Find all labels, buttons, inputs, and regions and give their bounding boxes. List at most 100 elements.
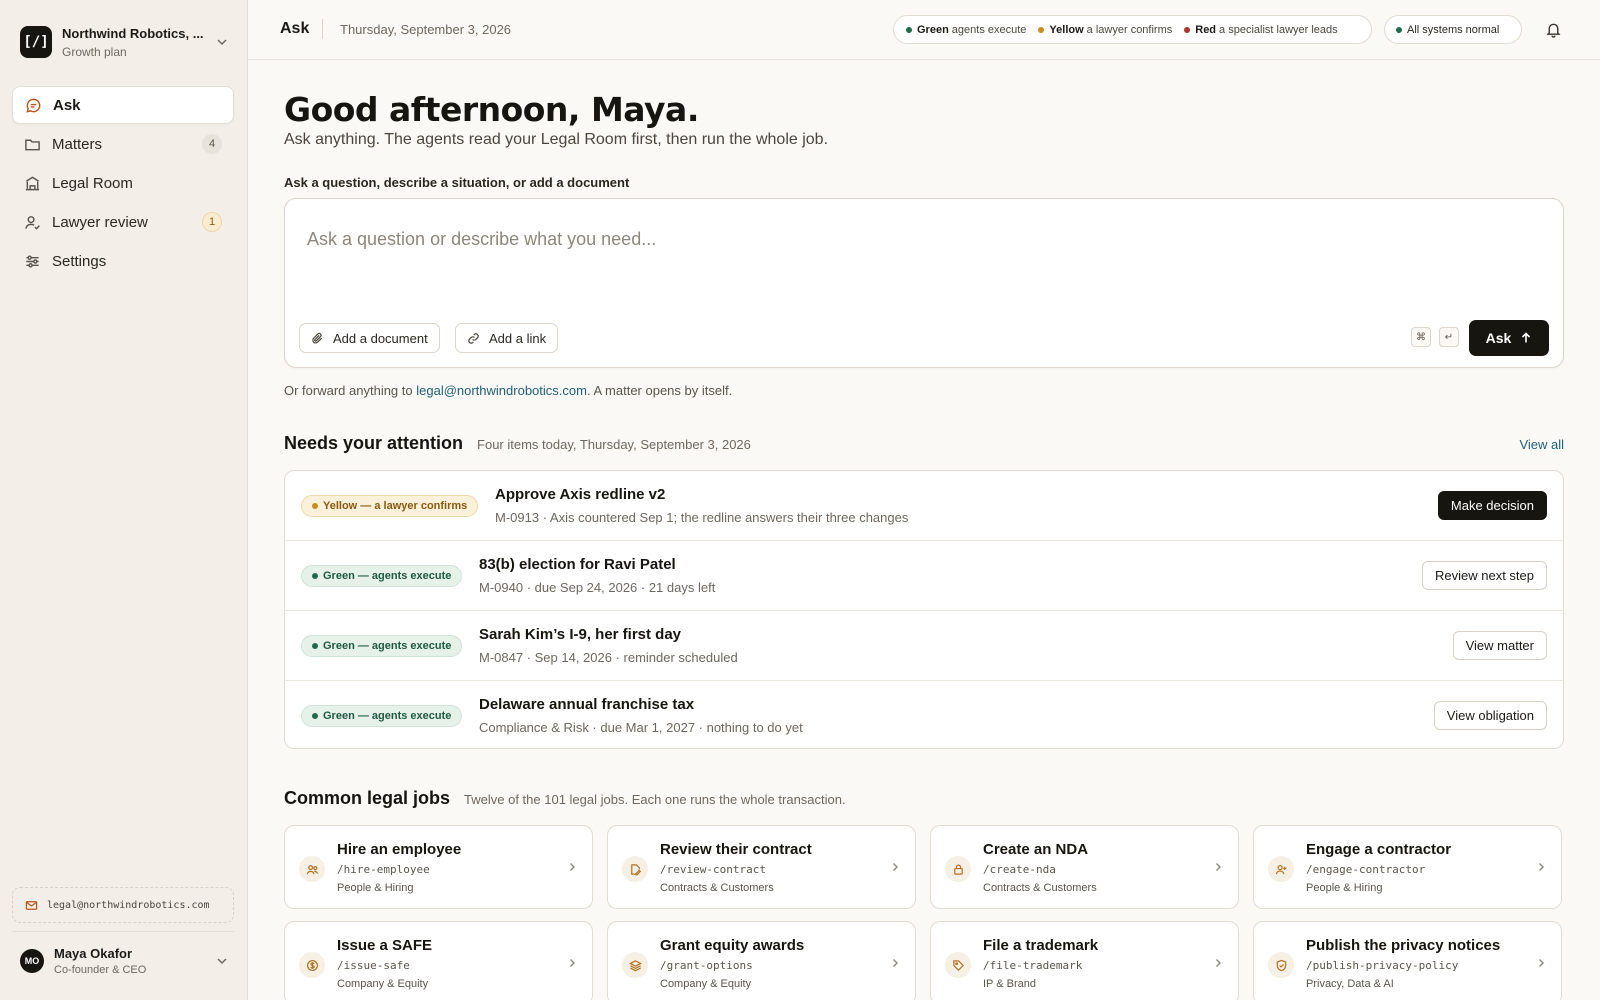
status-badge: Green — agents execute bbox=[301, 635, 463, 657]
job-card-file-trademark[interactable]: File a trademark /file-trademark IP & Br… bbox=[930, 921, 1239, 1000]
attention-header: Needs your attention Four items today, T… bbox=[284, 433, 751, 454]
add-document-button[interactable]: Add a document bbox=[299, 323, 440, 353]
job-card-grant-equity[interactable]: Grant equity awards /grant-options Compa… bbox=[607, 921, 916, 1000]
sidebar-item-matters[interactable]: Matters 4 bbox=[12, 125, 234, 163]
status-badge: Green — agents execute bbox=[301, 565, 463, 587]
dollar-coin-icon bbox=[299, 952, 325, 978]
risk-legend: Green agents execute Yellow a lawyer confi… bbox=[893, 15, 1372, 44]
cmd-key-hint: ⌘ bbox=[1411, 327, 1431, 347]
status-badge: Green — agents execute bbox=[301, 705, 463, 727]
job-card-engage-contractor[interactable]: Engage a contractor /engage-contractor P… bbox=[1253, 825, 1562, 909]
notifications-button[interactable] bbox=[1542, 18, 1564, 40]
job-command: /publish-privacy-policy bbox=[1306, 959, 1459, 972]
job-title: Create an NDA bbox=[983, 841, 1089, 858]
yellow-dot-icon bbox=[1038, 26, 1045, 33]
ask-input[interactable] bbox=[307, 219, 1537, 259]
chevron-down-icon bbox=[217, 958, 227, 965]
jobs-title: Common legal jobs bbox=[284, 788, 451, 808]
forward-email-address: legal@northwindrobotics.com bbox=[47, 899, 210, 911]
system-status[interactable]: All systems normal bbox=[1384, 15, 1522, 44]
sidebar-item-legal-room[interactable]: Legal Room bbox=[12, 164, 234, 202]
ask-composer: Add a document Add a link ⌘ ↵ Ask bbox=[284, 198, 1564, 368]
jobs-header: Common legal jobs Twelve of the 101 lega… bbox=[284, 788, 846, 809]
make-decision-button[interactable]: Make decision bbox=[1437, 491, 1547, 520]
current-date: Thursday, September 3, 2026 bbox=[340, 22, 512, 37]
attention-item-meta: M-0847 · Sep 14, 2026 · reminder schedul… bbox=[479, 650, 738, 665]
legend-red: Red a specialist lawyer leads bbox=[1184, 24, 1338, 36]
job-card-privacy-notices[interactable]: Publish the privacy notices /publish-pri… bbox=[1253, 921, 1562, 1000]
green-dot-icon bbox=[312, 573, 318, 579]
sidebar-item-settings[interactable]: Settings bbox=[12, 242, 234, 280]
job-card-review-contract[interactable]: Review their contract /review-contract C… bbox=[607, 825, 916, 909]
attention-item-title: Delaware annual franchise tax bbox=[479, 696, 695, 713]
green-dot-icon bbox=[312, 643, 318, 649]
attention-item[interactable]: Green — agents execute 83(b) election fo… bbox=[285, 541, 1563, 611]
job-category: Company & Equity bbox=[337, 978, 429, 990]
workspace-name: Northwind Robotics, ... bbox=[62, 25, 204, 41]
job-category: People & Hiring bbox=[337, 882, 414, 894]
building-icon bbox=[25, 176, 40, 190]
people-icon bbox=[299, 856, 325, 882]
chat-bubble-icon bbox=[26, 98, 41, 113]
attention-title: Needs your attention bbox=[284, 433, 464, 453]
attention-note: Four items today, Thursday, September 3,… bbox=[477, 437, 751, 452]
attention-item-meta: M-0940 · due Sep 24, 2026 · 21 days left bbox=[479, 580, 716, 595]
view-matter-button[interactable]: View matter bbox=[1452, 631, 1547, 660]
attention-item-meta: Compliance & Risk · due Mar 1, 2027 · no… bbox=[479, 720, 803, 735]
attention-item-title: Approve Axis redline v2 bbox=[495, 486, 666, 503]
person-check-icon bbox=[25, 215, 40, 230]
document-edit-icon bbox=[622, 856, 648, 882]
workspace-info: Northwind Robotics, ... Growth plan bbox=[62, 26, 214, 59]
attention-item-title: Sarah Kim’s I-9, her first day bbox=[479, 626, 682, 643]
add-link-button[interactable]: Add a link bbox=[455, 323, 559, 353]
view-obligation-button[interactable]: View obligation bbox=[1433, 701, 1547, 730]
add-document-label: Add a document bbox=[333, 330, 428, 346]
greeting-subtitle: Ask anything. The agents read your Legal… bbox=[284, 131, 829, 148]
job-title: Grant equity awards bbox=[660, 937, 805, 954]
legend-green: Green agents execute bbox=[906, 24, 1026, 36]
green-dot-icon bbox=[906, 26, 912, 33]
shield-check-icon bbox=[1268, 952, 1294, 978]
lawyer-review-count-badge: 1 bbox=[202, 212, 222, 232]
workspace-logo: [/] bbox=[20, 26, 52, 58]
add-link-label: Add a link bbox=[489, 330, 547, 346]
job-title: Hire an employee bbox=[337, 841, 462, 858]
workspace-plan: Growth plan bbox=[62, 44, 127, 59]
ask-field-label: Ask a question, describe a situation, or… bbox=[284, 175, 630, 190]
job-command: /review-contract bbox=[660, 863, 766, 876]
job-category: IP & Brand bbox=[983, 978, 1036, 990]
yellow-dot-icon bbox=[312, 503, 318, 509]
ask-submit-button[interactable]: Ask bbox=[1469, 320, 1549, 356]
job-card-issue-safe[interactable]: Issue a SAFE /issue-safe Company & Equit… bbox=[284, 921, 593, 1000]
user-role: Co-founder & CEO bbox=[54, 964, 147, 976]
job-card-hire-employee[interactable]: Hire an employee /hire-employee People &… bbox=[284, 825, 593, 909]
sidebar-item-label: Settings bbox=[52, 252, 107, 270]
job-category: Privacy, Data & AI bbox=[1306, 978, 1394, 990]
layers-icon bbox=[622, 952, 648, 978]
chevron-right-icon bbox=[893, 959, 898, 967]
link-icon bbox=[468, 332, 479, 344]
review-next-step-button[interactable]: Review next step bbox=[1422, 561, 1547, 590]
sidebar-item-lawyer-review[interactable]: Lawyer review 1 bbox=[12, 203, 234, 241]
job-category: Company & Equity bbox=[660, 978, 752, 990]
job-title: Review their contract bbox=[660, 841, 812, 858]
mail-icon bbox=[25, 900, 38, 910]
user-info: Maya Okafor Co-founder & CEO bbox=[54, 946, 214, 976]
attention-item[interactable]: Yellow — a lawyer confirms Approve Axis … bbox=[285, 471, 1563, 541]
attention-item[interactable]: Green — agents execute Sarah Kim’s I-9, … bbox=[285, 611, 1563, 681]
workspace-switcher[interactable]: [/] Northwind Robotics, ... Growth plan bbox=[20, 24, 230, 60]
job-category: People & Hiring bbox=[1306, 882, 1383, 894]
job-category: Contracts & Customers bbox=[660, 882, 774, 894]
sidebar-item-label: Ask bbox=[53, 96, 81, 114]
sidebar-item-ask[interactable]: Ask bbox=[12, 86, 234, 124]
chevron-right-icon bbox=[1216, 863, 1221, 871]
lock-icon bbox=[945, 856, 971, 882]
user-menu[interactable]: MO Maya Okafor Co-founder & CEO bbox=[20, 943, 230, 979]
forward-email-link[interactable]: legal@northwindrobotics.com bbox=[416, 383, 587, 398]
chevron-right-icon bbox=[1539, 863, 1544, 871]
forward-email-chip[interactable]: legal@northwindrobotics.com bbox=[12, 887, 234, 923]
view-all-link[interactable]: View all bbox=[1519, 437, 1564, 452]
tag-icon bbox=[945, 952, 971, 978]
job-card-create-nda[interactable]: Create an NDA /create-nda Contracts & Cu… bbox=[930, 825, 1239, 909]
attention-item[interactable]: Green — agents execute Delaware annual f… bbox=[285, 681, 1563, 751]
